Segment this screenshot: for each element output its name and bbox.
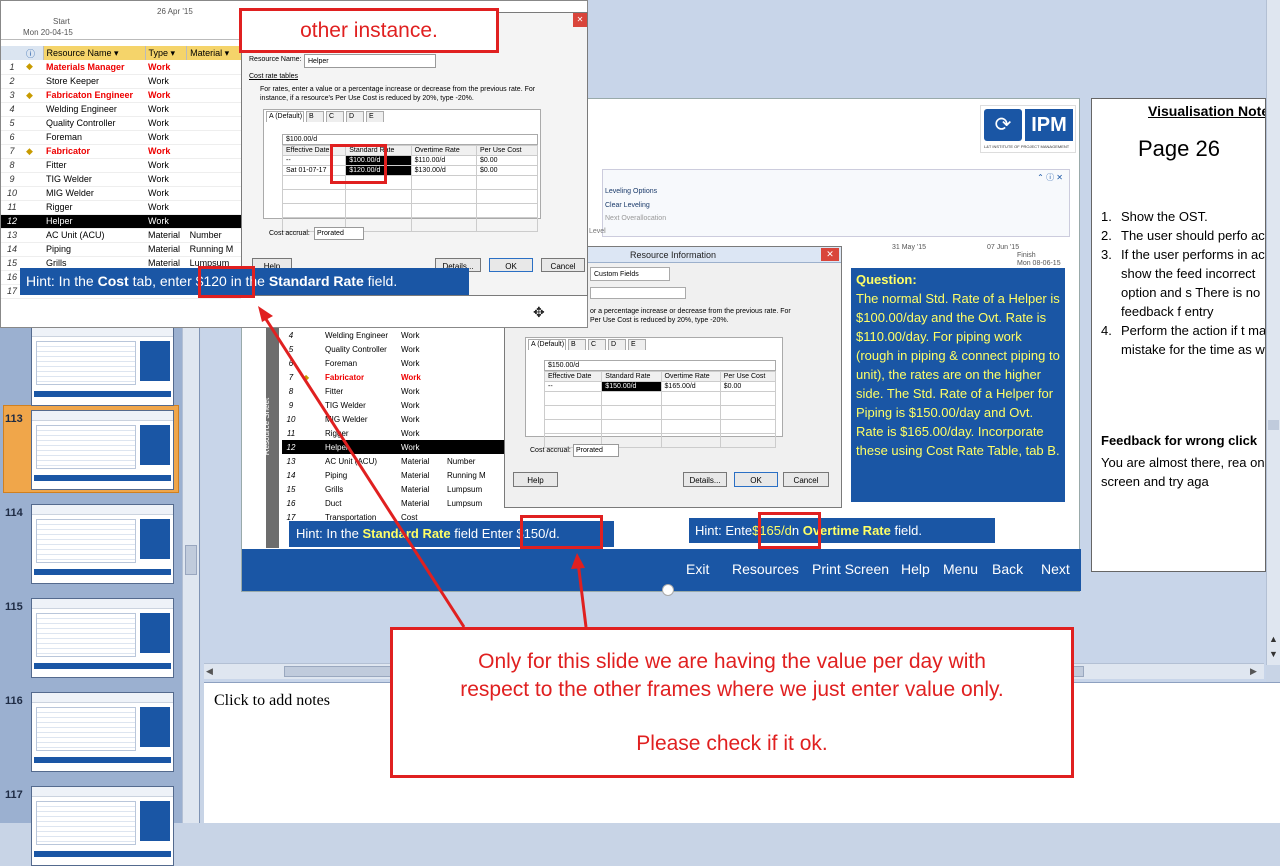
arrowhead-icon [258,306,273,322]
arrow-line [260,312,466,628]
callout-line-1: Only for this slide we are having the va… [478,650,986,673]
callout-main: Only for this slide we are having the va… [390,627,1074,778]
arrowhead-icon [571,553,585,569]
callout-line-3: Please check if it ok. [636,732,828,755]
arrow-line [576,561,588,628]
callout-line-2: respect to the other frames where we jus… [460,678,1004,701]
